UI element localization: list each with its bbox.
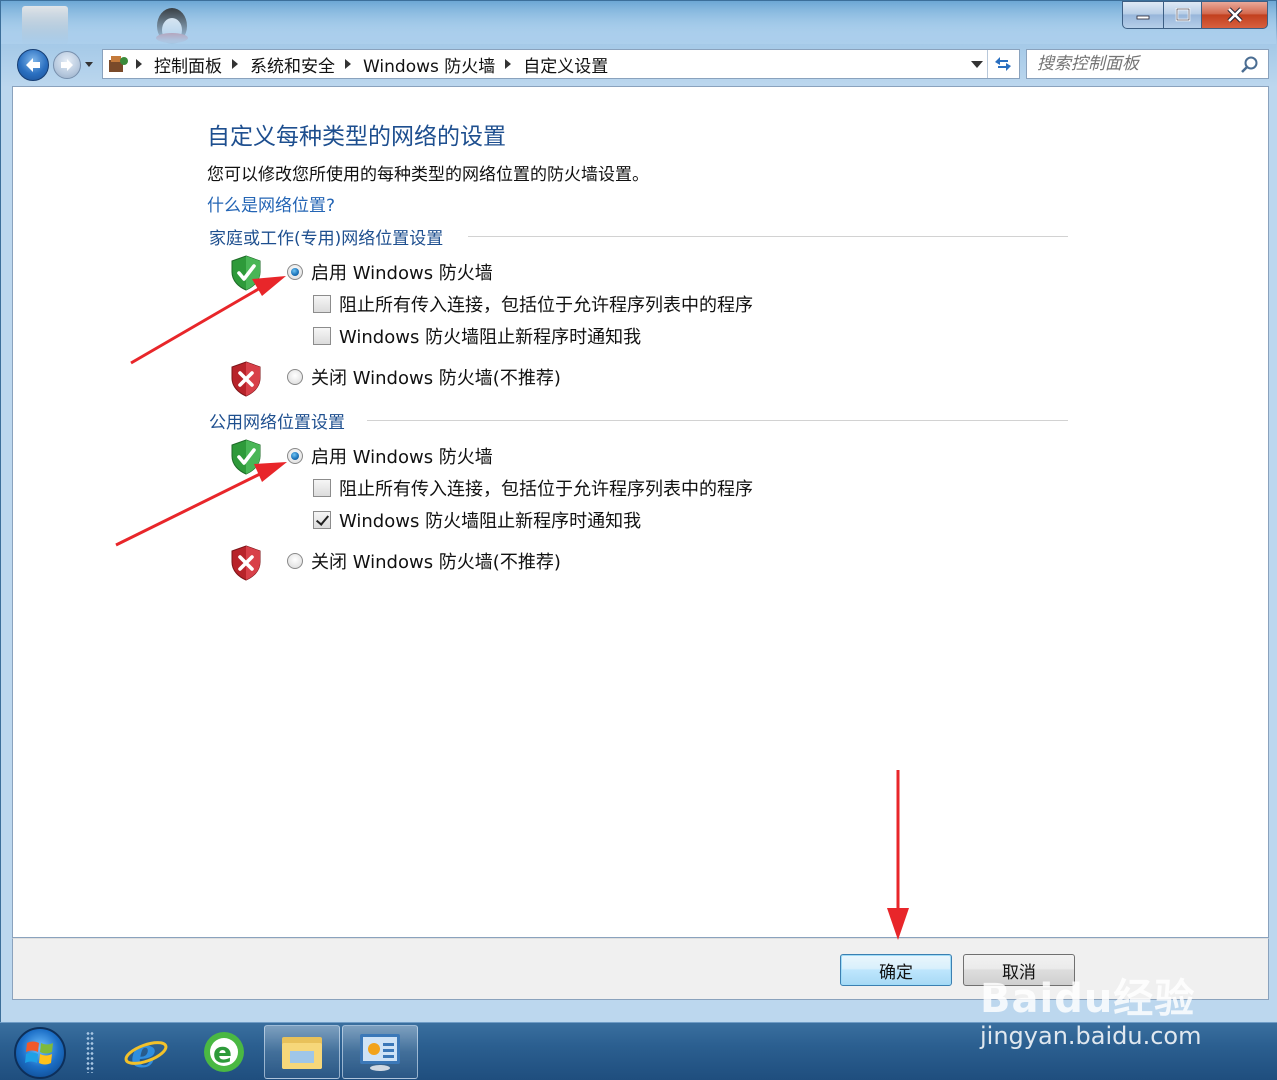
file-explorer-icon bbox=[282, 1037, 322, 1069]
taskbar-internet-explorer[interactable]: e bbox=[108, 1025, 184, 1079]
public-disable-firewall-radio[interactable] bbox=[287, 553, 303, 569]
breadcrumb-windows-firewall[interactable]: Windows 防火墙 bbox=[363, 52, 495, 77]
private-block-all-option[interactable]: 阻止所有传入连接，包括位于允许程序列表中的程序 bbox=[313, 291, 753, 317]
breadcrumb-system-security[interactable]: 系统和安全 bbox=[250, 52, 335, 77]
close-icon bbox=[1226, 7, 1243, 23]
windows-logo-icon bbox=[25, 1041, 53, 1065]
refresh-icon bbox=[995, 57, 1011, 71]
taskbar-update-app[interactable]: e bbox=[186, 1025, 262, 1079]
public-disable-firewall-label: 关闭 Windows 防火墙(不推荐) bbox=[311, 552, 561, 573]
recent-pages-dropdown-icon[interactable] bbox=[85, 61, 95, 69]
close-button[interactable] bbox=[1202, 1, 1268, 29]
green-shield-check-icon bbox=[231, 255, 261, 291]
taskbar-file-explorer[interactable] bbox=[264, 1025, 340, 1079]
update-icon: e bbox=[204, 1032, 244, 1072]
navigation-bar: 控制面板 系统和安全 Windows 防火墙 自定义设置 bbox=[1, 45, 1277, 85]
public-enable-firewall-radio[interactable] bbox=[287, 448, 303, 464]
section-divider bbox=[367, 420, 1068, 421]
private-disable-firewall-radio[interactable] bbox=[287, 369, 303, 385]
svg-text:e: e bbox=[131, 1030, 156, 1075]
private-disable-firewall-label: 关闭 Windows 防火墙(不推荐) bbox=[311, 368, 561, 389]
maximize-icon bbox=[1175, 8, 1190, 22]
breadcrumb-separator-icon bbox=[136, 59, 142, 69]
start-button[interactable] bbox=[14, 1027, 66, 1079]
private-enable-firewall-option[interactable]: 启用 Windows 防火墙 bbox=[287, 259, 493, 285]
control-panel-window: 控制面板 系统和安全 Windows 防火墙 自定义设置 自定义每种类型的网络的… bbox=[0, 0, 1277, 1023]
public-disable-firewall-option[interactable]: 关闭 Windows 防火墙(不推荐) bbox=[287, 548, 561, 574]
public-enable-firewall-option[interactable]: 启用 Windows 防火墙 bbox=[287, 443, 493, 469]
public-notify-label: Windows 防火墙阻止新程序时通知我 bbox=[339, 511, 642, 532]
private-notify-option[interactable]: Windows 防火墙阻止新程序时通知我 bbox=[313, 323, 641, 349]
page-title: 自定义每种类型的网络的设置 bbox=[207, 124, 506, 150]
section-divider bbox=[468, 236, 1068, 237]
svg-text:e: e bbox=[213, 1036, 232, 1069]
public-block-all-option[interactable]: 阻止所有传入连接，包括位于允许程序列表中的程序 bbox=[313, 475, 753, 501]
private-network-section-label: 家庭或工作(专用)网络位置设置 bbox=[209, 228, 444, 249]
public-block-all-label: 阻止所有传入连接，包括位于允许程序列表中的程序 bbox=[339, 479, 753, 500]
control-panel-icon bbox=[360, 1034, 400, 1071]
public-network-section-header: 公用网络位置设置 bbox=[209, 408, 345, 433]
breadcrumb-separator-icon bbox=[505, 59, 512, 69]
address-divider bbox=[987, 50, 988, 78]
breadcrumb-separator-icon bbox=[345, 59, 351, 69]
baidu-watermark-logo: Baidu经验 bbox=[980, 976, 1196, 1022]
baidu-watermark-url: jingyan.baidu.com bbox=[980, 1022, 1202, 1050]
forward-arrow-icon bbox=[61, 59, 73, 71]
red-shield-x-icon bbox=[231, 361, 261, 397]
public-notify-checkbox[interactable] bbox=[313, 511, 331, 529]
network-location-help-link[interactable]: 什么是网络位置? bbox=[207, 191, 335, 216]
private-block-all-checkbox[interactable] bbox=[313, 295, 331, 313]
private-enable-firewall-label: 启用 Windows 防火墙 bbox=[311, 263, 493, 284]
taskbar-grip[interactable] bbox=[86, 1031, 94, 1073]
private-notify-label: Windows 防火墙阻止新程序时通知我 bbox=[339, 327, 642, 348]
breadcrumb-customize-settings[interactable]: 自定义设置 bbox=[523, 52, 608, 77]
private-notify-checkbox[interactable] bbox=[313, 327, 331, 345]
refresh-button[interactable] bbox=[991, 53, 1015, 75]
private-enable-firewall-radio[interactable] bbox=[287, 264, 303, 280]
caption-buttons bbox=[1122, 1, 1268, 31]
private-disable-firewall-option[interactable]: 关闭 Windows 防火墙(不推荐) bbox=[287, 364, 561, 390]
red-shield-x-icon bbox=[231, 545, 261, 581]
internet-explorer-icon: e bbox=[124, 1030, 168, 1075]
maximize-button[interactable] bbox=[1164, 1, 1202, 29]
breadcrumb-control-panel[interactable]: 控制面板 bbox=[154, 52, 222, 77]
address-bar[interactable]: 控制面板 系统和安全 Windows 防火墙 自定义设置 bbox=[102, 49, 1020, 79]
back-arrow-icon bbox=[26, 58, 40, 72]
breadcrumb-separator-icon bbox=[232, 59, 238, 69]
ok-button[interactable]: 确定 bbox=[840, 954, 952, 986]
green-shield-check-icon bbox=[231, 439, 261, 475]
public-network-section-label: 公用网络位置设置 bbox=[209, 412, 345, 433]
public-block-all-checkbox[interactable] bbox=[313, 479, 331, 497]
taskbar-control-panel[interactable] bbox=[342, 1025, 418, 1079]
public-enable-firewall-label: 启用 Windows 防火墙 bbox=[311, 447, 493, 468]
search-box[interactable] bbox=[1026, 49, 1269, 79]
address-history-dropdown-icon[interactable] bbox=[971, 61, 983, 68]
page-description: 您可以修改您所使用的每种类型的网络位置的防火墙设置。 bbox=[207, 165, 649, 185]
private-block-all-label: 阻止所有传入连接，包括位于允许程序列表中的程序 bbox=[339, 295, 753, 316]
forward-button[interactable] bbox=[53, 51, 81, 79]
content-pane: 自定义每种类型的网络的设置 您可以修改您所使用的每种类型的网络位置的防火墙设置。… bbox=[12, 86, 1269, 938]
control-panel-icon bbox=[109, 56, 128, 72]
public-notify-option[interactable]: Windows 防火墙阻止新程序时通知我 bbox=[313, 507, 641, 533]
search-input[interactable] bbox=[1037, 54, 1237, 74]
back-button[interactable] bbox=[17, 49, 49, 81]
private-network-section-header: 家庭或工作(专用)网络位置设置 bbox=[209, 224, 444, 249]
minimize-button[interactable] bbox=[1122, 1, 1164, 29]
minimize-icon bbox=[1136, 15, 1150, 20]
search-icon[interactable] bbox=[1240, 55, 1260, 75]
